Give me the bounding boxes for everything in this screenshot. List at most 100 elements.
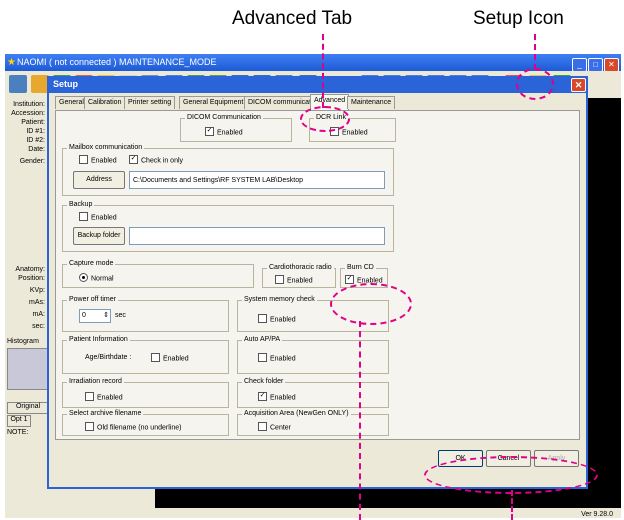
power-off-value: 0: [82, 312, 86, 319]
setup-dialog: Setup ✕ General Calibration Printer sett…: [47, 76, 588, 489]
check-folder-title: Check folder: [242, 378, 286, 385]
archive-title: Select archive filename: [67, 410, 144, 417]
maximize-button[interactable]: □: [588, 58, 603, 72]
minimize-button[interactable]: _: [572, 58, 587, 72]
setup-icon-highlight: [516, 68, 554, 100]
mailbox-group: Mailbox communication Enabled ✓ Check in …: [62, 144, 394, 196]
acquisition-title: Acquisition Area (NewGen ONLY): [242, 410, 351, 417]
check-in-only-checkbox[interactable]: ✓ Check in only: [129, 155, 184, 165]
dicom-comm-checkbox[interactable]: ✓ Enabled: [205, 127, 243, 137]
tab-maintenance[interactable]: Maintenance: [347, 96, 396, 109]
tab-general[interactable]: General: [55, 96, 88, 109]
app-logo-icon: ★: [7, 57, 16, 68]
irradiation-group: Irradiation record Enabled: [62, 378, 229, 408]
acquisition-label: Center: [270, 424, 292, 432]
irradiation-title: Irradiation record: [67, 378, 124, 385]
cardiothoracic-checkbox[interactable]: Enabled: [275, 275, 313, 285]
irradiation-label: Enabled: [97, 394, 123, 402]
auto-appa-group: Auto AP/PA Enabled: [237, 336, 389, 374]
system-memory-checkbox[interactable]: Enabled: [258, 314, 296, 324]
patient-info-group: Patient Information Age/Birthdate : Enab…: [62, 336, 229, 374]
dialog-buttons-highlight: [424, 456, 598, 494]
position-label: Position:: [18, 275, 45, 282]
backup-folder-field[interactable]: [129, 227, 385, 245]
id1-label: ID #1:: [26, 128, 45, 135]
backup-enabled-checkbox[interactable]: Enabled: [79, 212, 117, 222]
irradiation-checkbox[interactable]: Enabled: [85, 392, 123, 402]
archive-checkbox[interactable]: Old filename (no underline): [85, 422, 182, 432]
auto-appa-label: Enabled: [270, 355, 296, 363]
camera-tool-icon[interactable]: [9, 75, 27, 93]
anatomy-label: Anatomy:: [15, 266, 45, 273]
backup-enabled-label: Enabled: [91, 214, 117, 222]
advanced-tab-callout: Advanced Tab: [232, 8, 353, 29]
burn-cd-title: Burn CD: [345, 264, 376, 271]
dcr-link-label: Enabled: [342, 129, 368, 137]
dicom-comm-label: Enabled: [217, 129, 243, 137]
original-button[interactable]: Original: [7, 402, 49, 414]
mailbox-enabled-checkbox[interactable]: Enabled: [79, 155, 117, 165]
mailbox-title: Mailbox communication: [67, 144, 145, 151]
patient-label: Patient:: [21, 119, 45, 126]
capture-mode-title: Capture mode: [67, 260, 116, 267]
version-label: Ver 9.28.0: [581, 511, 613, 518]
date-label: Date:: [28, 146, 45, 153]
gender-label: Gender:: [19, 158, 45, 165]
backup-folder-button[interactable]: Backup folder: [73, 227, 125, 245]
cardiothoracic-title: Cardiothoracic radio: [267, 264, 334, 271]
patient-info-title: Patient Information: [67, 336, 130, 343]
tab-general-equipment[interactable]: General Equipment: [179, 96, 248, 109]
address-button[interactable]: Address: [73, 171, 125, 189]
histogram-label: Histogram: [7, 338, 39, 345]
opt1-button[interactable]: Opt 1: [7, 415, 31, 427]
capture-normal-label: Normal: [91, 275, 114, 283]
setup-icon-callout: Setup Icon: [473, 8, 564, 29]
burn-cd-highlight: [330, 283, 412, 325]
ma-label: mA:: [32, 311, 45, 318]
close-app-button[interactable]: ✕: [604, 58, 619, 72]
archive-label: Old filename (no underline): [97, 424, 182, 432]
backup-group: Backup Enabled Backup folder: [62, 201, 394, 252]
capture-mode-group: Capture mode Normal: [62, 260, 254, 288]
spinner-arrows-icon[interactable]: ⇕: [103, 310, 110, 322]
cardiothoracic-label: Enabled: [287, 277, 313, 285]
power-off-unit: sec: [115, 312, 126, 319]
status-bar: Ver 9.28.0: [5, 508, 621, 518]
tab-printer-setting[interactable]: Printer setting: [124, 96, 176, 109]
age-birthdate-label: Age/Birthdate :: [85, 354, 132, 361]
burn-cd-pointer-line: [359, 321, 361, 520]
sec-label: sec:: [32, 323, 45, 330]
mailbox-enabled-label: Enabled: [91, 157, 117, 165]
auto-appa-title: Auto AP/PA: [242, 336, 283, 343]
advanced-tab-pointer-line: [322, 34, 324, 108]
check-folder-group: Check folder ✓ Enabled: [237, 378, 389, 408]
power-off-title: Power off timer: [67, 296, 118, 303]
capture-normal-radio[interactable]: Normal: [79, 273, 114, 283]
kvp-label: KVp:: [29, 287, 45, 294]
power-off-spinner[interactable]: 0 ⇕: [79, 309, 111, 323]
setup-dialog-title: Setup: [53, 79, 79, 89]
dialog-buttons-pointer-line: [511, 490, 513, 520]
check-folder-checkbox[interactable]: ✓ Enabled: [258, 392, 296, 402]
acquisition-checkbox[interactable]: Center: [258, 422, 292, 432]
accession-label: Accession:: [11, 110, 45, 117]
advanced-tab-highlight: [300, 106, 350, 132]
mas-label: mAs:: [29, 299, 45, 306]
patient-info-label: Enabled: [163, 355, 189, 363]
setup-dialog-titlebar: Setup ✕: [47, 76, 588, 93]
acquisition-group: Acquisition Area (NewGen ONLY) Center: [237, 410, 389, 436]
app-title: NAOMI ( not connected ) MAINTENANCE_MODE: [17, 57, 217, 67]
dicom-comm-title: DICOM Communication: [185, 114, 263, 121]
dialog-close-button[interactable]: ✕: [571, 78, 586, 92]
address-field[interactable]: C:\Documents and Settings\RF SYSTEM LAB\…: [129, 171, 385, 189]
archive-group: Select archive filename Old filename (no…: [62, 410, 229, 436]
note-label: NOTE:: [7, 429, 29, 436]
tab-calibration[interactable]: Calibration: [84, 96, 126, 109]
advanced-panel: DICOM Communication ✓ Enabled DCR Link En…: [55, 110, 580, 440]
cardiothoracic-group: Cardiothoracic radio Enabled: [262, 264, 336, 288]
patient-info-checkbox[interactable]: Enabled: [151, 353, 189, 363]
auto-appa-checkbox[interactable]: Enabled: [258, 353, 296, 363]
check-in-only-label: Check in only: [141, 157, 184, 165]
system-memory-label: Enabled: [270, 316, 296, 324]
system-memory-title: System memory check: [242, 296, 317, 303]
